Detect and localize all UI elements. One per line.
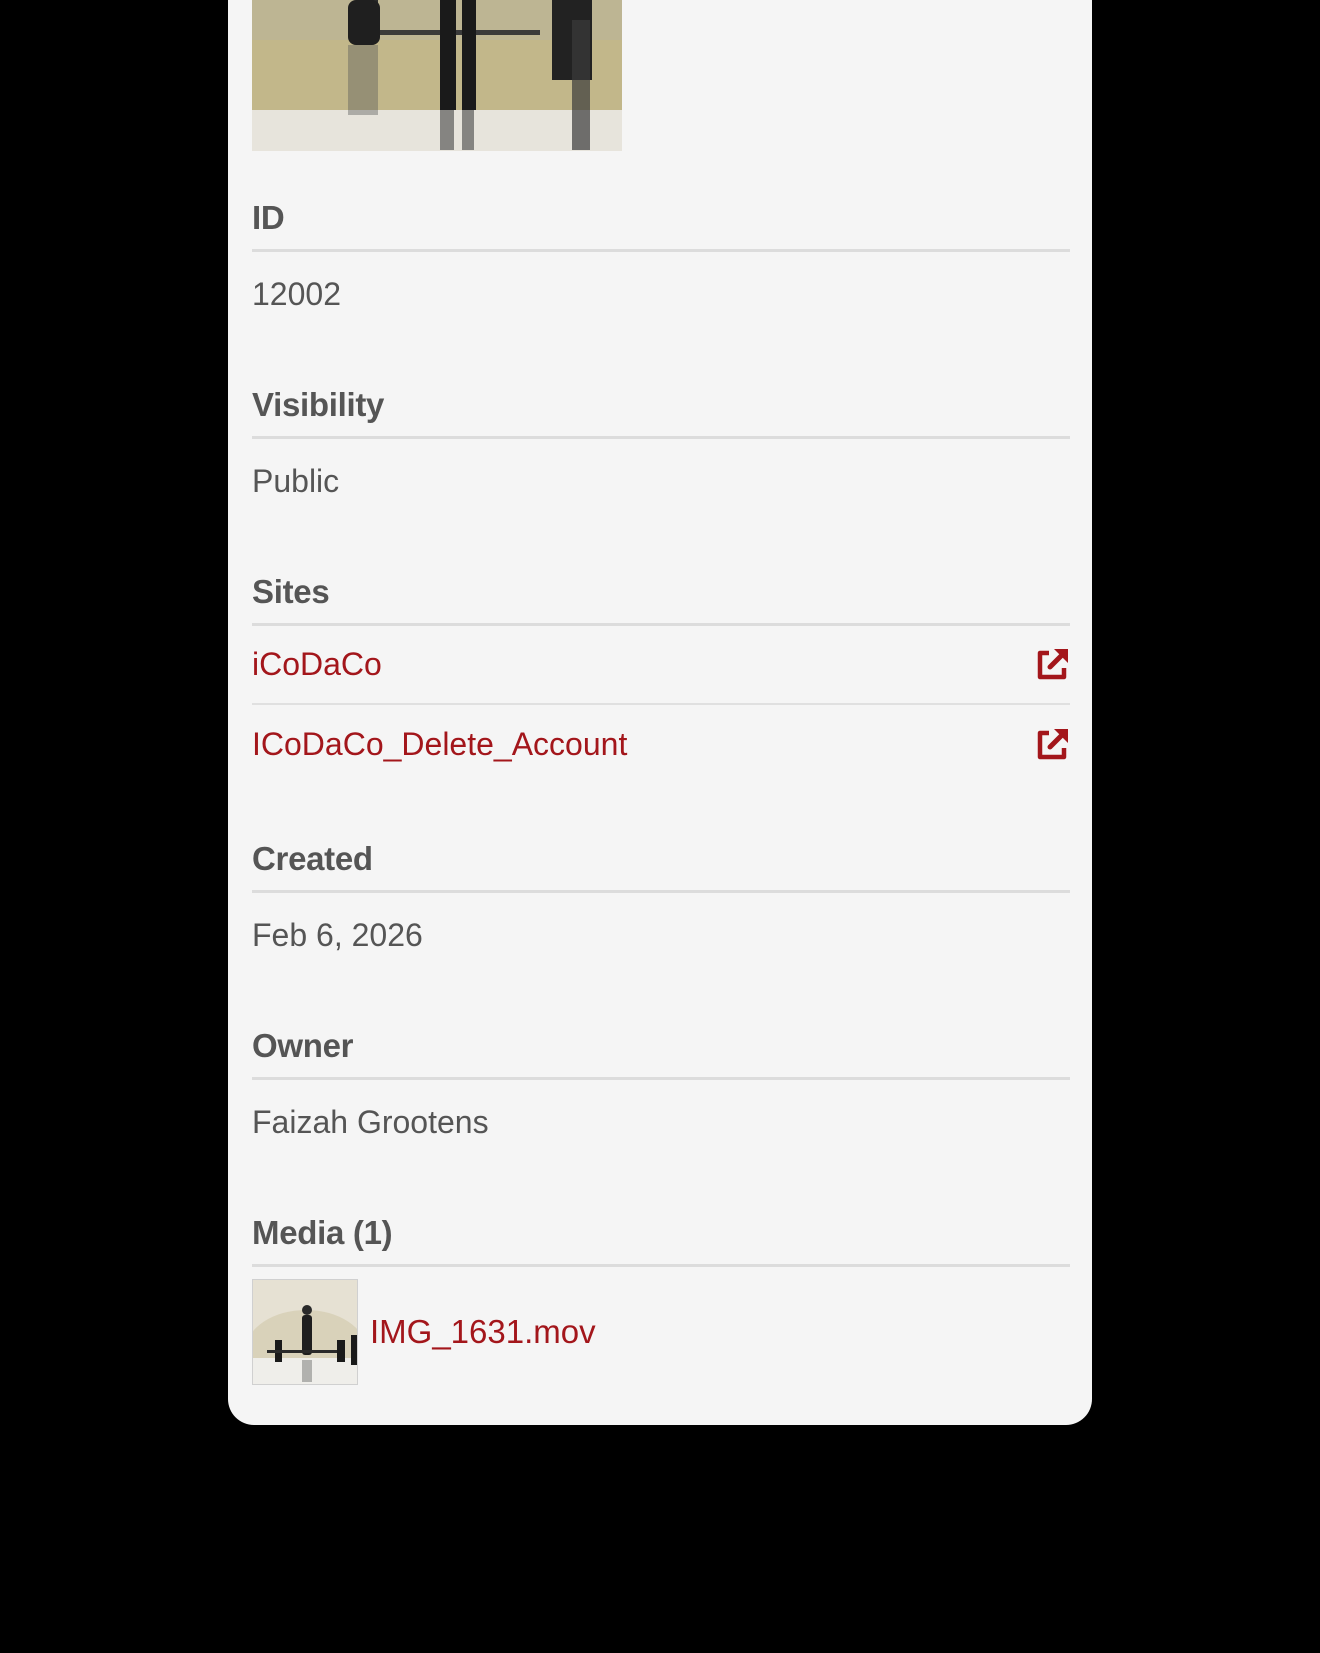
sites-list: iCoDaCo ICoDaCo_Delete_Account	[252, 626, 1070, 784]
hero-media-preview[interactable]	[252, 0, 622, 151]
media-link[interactable]: IMG_1631.mov	[370, 1313, 596, 1351]
site-link[interactable]: iCoDaCo	[252, 646, 382, 683]
divider	[252, 1077, 1070, 1080]
site-item[interactable]: ICoDaCo_Delete_Account	[252, 705, 1070, 784]
divider	[252, 249, 1070, 252]
field-visibility: Visibility Public	[252, 382, 1070, 501]
field-id: ID 12002	[252, 195, 1070, 314]
field-label-id: ID	[252, 199, 285, 236]
field-owner: Owner Faizah Grootens	[252, 1023, 1070, 1142]
field-created: Created Feb 6, 2026	[252, 836, 1070, 955]
external-link-icon[interactable]	[1034, 647, 1070, 683]
divider	[252, 890, 1070, 893]
field-sites: Sites iCoDaCo ICoDaCo_Delete_Account	[252, 569, 1070, 784]
media-item[interactable]: IMG_1631.mov	[252, 1279, 1070, 1385]
field-media: Media (1) IMG_1631.mov	[252, 1210, 1070, 1385]
field-value-owner: Faizah Grootens	[252, 1104, 489, 1140]
field-label-sites: Sites	[252, 573, 330, 610]
site-item[interactable]: iCoDaCo	[252, 626, 1070, 705]
external-link-icon[interactable]	[1034, 727, 1070, 763]
field-value-created: Feb 6, 2026	[252, 917, 423, 953]
field-label-visibility: Visibility	[252, 386, 385, 423]
field-label-media: Media (1)	[252, 1214, 393, 1251]
divider	[252, 1264, 1070, 1267]
divider	[252, 436, 1070, 439]
media-thumbnail-graphic	[253, 1280, 357, 1384]
field-label-created: Created	[252, 840, 373, 877]
detail-panel: ID 12002 Visibility Public Sites iCoDaCo	[228, 0, 1092, 1425]
field-value-visibility: Public	[252, 463, 340, 499]
media-thumbnail[interactable]	[252, 1279, 358, 1385]
field-label-owner: Owner	[252, 1027, 354, 1064]
field-value-id: 12002	[252, 276, 341, 312]
hero-preview-graphic	[252, 0, 622, 151]
site-link[interactable]: ICoDaCo_Delete_Account	[252, 726, 627, 763]
